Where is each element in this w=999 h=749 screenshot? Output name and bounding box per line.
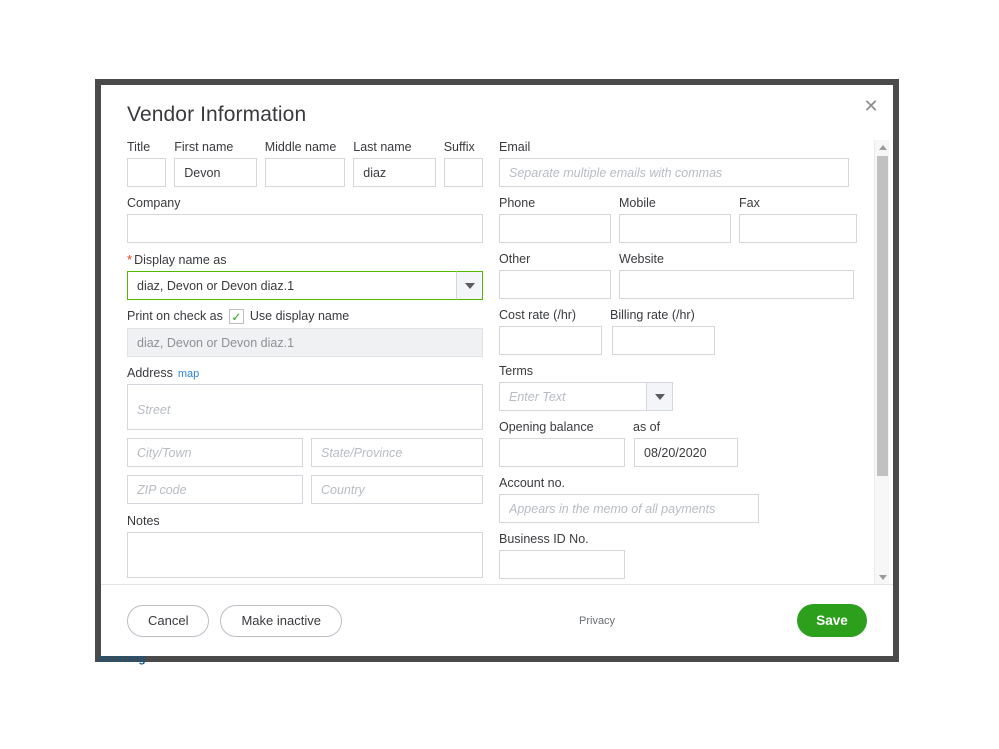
email-group: Email [499,140,865,187]
city-input[interactable] [127,438,303,467]
suffix-field-group: Suffix [443,140,483,187]
business-id-label: Business ID No. [499,532,589,546]
middle-name-field-group: Middle name [264,140,346,187]
print-on-check-group: Print on check as ✓ Use display name [127,309,483,357]
display-name-dropdown-button[interactable] [456,271,483,300]
form-area: Title First name Middle name Last name [101,140,893,584]
terms-label: Terms [499,364,534,378]
zip-input[interactable] [127,475,303,504]
title-label: Title [127,140,151,154]
company-field-group: Company [127,196,483,243]
modal-footer: Cancel Make inactive Privacy Save [101,584,893,656]
mobile-label: Mobile [619,196,656,210]
notes-group: Notes [127,514,483,578]
billing-rate-label: Billing rate (/hr) [610,308,695,322]
chevron-down-icon [654,393,665,400]
chevron-down-icon [464,282,475,289]
display-name-combo[interactable] [127,271,483,300]
form-scroll-region: Title First name Middle name Last name [101,140,893,584]
left-column: Title First name Middle name Last name [127,140,483,584]
business-id-group: Business ID No. [499,532,865,579]
country-input[interactable] [311,475,483,504]
scroll-down-arrow-icon[interactable] [875,570,890,584]
notes-label: Notes [127,514,160,528]
use-display-name-label: Use display name [249,309,350,323]
opening-balance-label: Opening balance [499,420,594,434]
middle-name-label: Middle name [264,140,337,154]
suffix-label: Suffix [443,140,475,154]
phone-input[interactable] [499,214,611,243]
vendor-information-modal: ✕ Vendor Information Title First name De… [101,85,893,656]
company-input[interactable] [127,214,483,243]
cancel-button[interactable]: Cancel [127,604,210,637]
account-no-group: Account no. [499,476,865,523]
first-name-field-group: First name [174,140,257,187]
cost-rate-input[interactable] [499,326,602,355]
title-field-group: Title [127,140,167,187]
account-no-input[interactable] [499,494,759,523]
notes-textarea[interactable] [127,532,483,578]
address-label: Address [127,366,173,380]
as-of-date-input[interactable] [634,438,738,467]
privacy-link[interactable]: Privacy [579,615,615,627]
make-inactive-button[interactable]: Make inactive [220,604,342,637]
terms-combo[interactable] [499,382,673,411]
display-name-label: Display name as [127,252,483,268]
print-on-check-label: Print on check as [127,309,223,323]
use-display-name-checkbox[interactable]: ✓ [228,309,244,324]
map-link[interactable]: map [178,368,199,380]
save-button[interactable]: Save [797,604,867,637]
company-label: Company [127,196,181,210]
title-input[interactable] [127,158,167,187]
account-no-label: Account no. [499,476,566,490]
terms-group: Terms [499,364,865,411]
terms-input[interactable] [499,382,646,411]
suffix-input[interactable] [443,158,483,187]
business-id-input[interactable] [499,550,625,579]
scroll-up-arrow-icon[interactable] [875,140,890,154]
fax-input[interactable] [739,214,857,243]
address-group: Address map [127,366,483,504]
website-input[interactable] [619,270,854,299]
other-website-row: Other Website [499,252,865,299]
checkmark-icon: ✓ [231,309,242,324]
scrollbar-thumb[interactable] [877,156,888,476]
rates-row: Cost rate (/hr) Billing rate (/hr) [499,308,865,355]
close-icon[interactable]: ✕ [860,97,882,119]
name-fields-row: Title First name Middle name Last name [127,140,483,187]
last-name-label: Last name [353,140,412,154]
street-input[interactable] [127,384,483,430]
print-on-check-input [127,328,483,357]
display-name-field-group: Display name as [127,252,483,300]
as-of-label: as of [633,420,661,434]
page-title: Vendor Information [127,103,307,126]
middle-name-input[interactable] [264,158,346,187]
mobile-input[interactable] [619,214,731,243]
terms-dropdown-button[interactable] [646,382,673,411]
website-label: Website [619,252,664,266]
state-input[interactable] [311,438,483,467]
other-label: Other [499,252,531,266]
opening-balance-input[interactable] [499,438,625,467]
form-scrollbar[interactable] [874,140,889,584]
cost-rate-label: Cost rate (/hr) [499,308,577,322]
phone-label: Phone [499,196,536,210]
billing-rate-input[interactable] [612,326,715,355]
email-label: Email [499,140,531,154]
display-name-input[interactable] [127,271,456,300]
fax-label: Fax [739,196,760,210]
opening-balance-row: Opening balance as of [499,420,865,467]
right-column: Email Phone Mobile Fax [499,140,865,584]
last-name-field-group: Last name [353,140,436,187]
first-name-label: First name [174,140,234,154]
last-name-input[interactable] [353,158,436,187]
email-input[interactable] [499,158,849,187]
first-name-input[interactable] [174,158,257,187]
phone-row: Phone Mobile Fax [499,196,865,243]
other-input[interactable] [499,270,611,299]
